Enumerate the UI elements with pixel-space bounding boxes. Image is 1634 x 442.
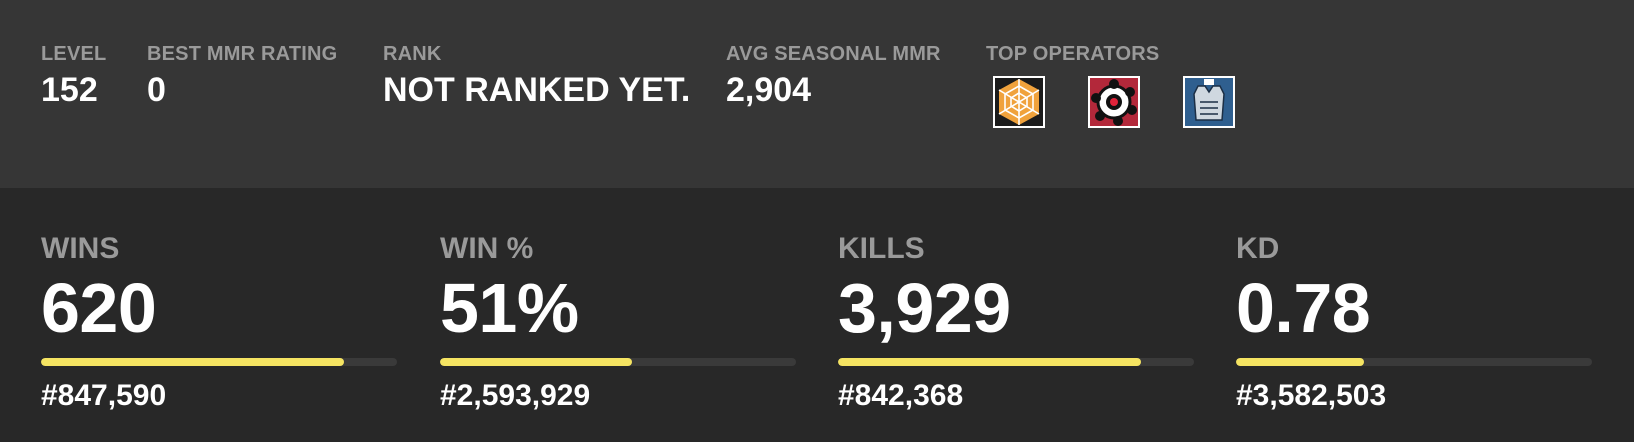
top-operators-list <box>993 76 1235 128</box>
win-percent-value: 51% <box>440 269 579 347</box>
kd-value: 0.78 <box>1236 269 1371 347</box>
kills-rank: #842,368 <box>838 379 964 412</box>
kills-label: KILLS <box>838 232 925 265</box>
kills-value: 3,929 <box>838 269 1011 347</box>
rank-value: NOT RANKED YET. <box>383 71 691 109</box>
wins-value: 620 <box>41 269 157 347</box>
avg-mmr-label: AVG SEASONAL MMR <box>726 43 941 65</box>
kills-progress-fill <box>838 358 1141 366</box>
win-percent-rank: #2,593,929 <box>440 379 591 412</box>
kd-progress-fill <box>1236 358 1365 366</box>
level-value: 152 <box>41 71 98 109</box>
win-percent-card: WIN % 51% #2,593,929 <box>440 232 796 414</box>
wins-label: WINS <box>41 232 120 265</box>
wins-progress-bar <box>41 358 397 366</box>
kd-progress-bar <box>1236 358 1592 366</box>
rank-stat: RANK NOT RANKED YET. <box>383 42 690 110</box>
avg-mmr-value: 2,904 <box>726 71 812 109</box>
win-percent-progress-bar <box>440 358 796 366</box>
kd-card: KD 0.78 #3,582,503 <box>1236 232 1592 414</box>
kills-card: KILLS 3,929 #842,368 <box>838 232 1194 414</box>
profile-summary-panel: LEVEL 152 BEST MMR RATING 0 RANK NOT RAN… <box>0 0 1634 188</box>
best-mmr-value: 0 <box>147 71 166 109</box>
wins-progress-fill <box>41 358 344 366</box>
wins-card: WINS 620 #847,590 <box>41 232 397 414</box>
top-operators-stat: TOP OPERATORS <box>986 42 1159 66</box>
top-operators-label: TOP OPERATORS <box>986 43 1160 65</box>
red-gear-operator-icon[interactable] <box>1088 76 1140 128</box>
best-mmr-stat: BEST MMR RATING 0 <box>147 42 337 110</box>
kills-progress-bar <box>838 358 1194 366</box>
win-percent-progress-fill <box>440 358 633 366</box>
best-mmr-label: BEST MMR RATING <box>147 43 338 65</box>
blue-vest-operator-icon[interactable] <box>1183 76 1235 128</box>
kd-rank: #3,582,503 <box>1236 379 1387 412</box>
wins-rank: #847,590 <box>41 379 167 412</box>
win-percent-label: WIN % <box>440 232 534 265</box>
orange-web-operator-icon[interactable] <box>993 76 1045 128</box>
kd-label: KD <box>1236 232 1280 265</box>
level-label: LEVEL <box>41 43 107 65</box>
rank-label: RANK <box>383 43 442 65</box>
stats-panel: WINS 620 #847,590 WIN % 51% #2,593,929 K… <box>0 188 1634 442</box>
level-stat: LEVEL 152 <box>41 42 106 110</box>
avg-mmr-stat: AVG SEASONAL MMR 2,904 <box>726 42 941 110</box>
